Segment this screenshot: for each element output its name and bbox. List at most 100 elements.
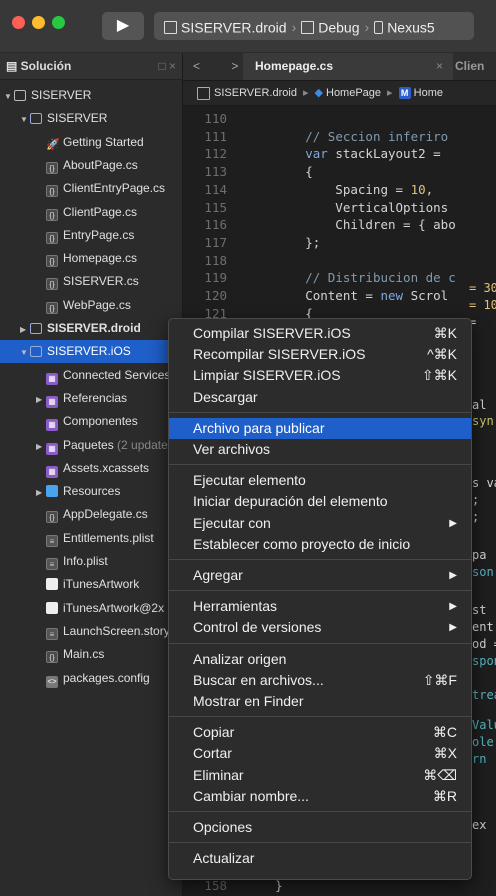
chevron-right-icon[interactable]: ▶ xyxy=(36,435,46,457)
menu-item[interactable]: Eliminar ⌘⌫ xyxy=(169,765,471,786)
tree-item[interactable]: {} WebPage.cs xyxy=(0,294,182,317)
solution-icon xyxy=(14,90,26,101)
scheme-selector[interactable]: SISERVER.droid › Debug › Nexus5 xyxy=(154,12,474,40)
tree-item-label: SISERVER.cs xyxy=(63,274,139,289)
breadcrumb-class[interactable]: HomePage xyxy=(326,87,381,99)
tree-item[interactable]: ▶ Resources xyxy=(0,480,182,503)
menu-item-label: Limpiar SISERVER.iOS xyxy=(193,367,341,384)
cs-icon: {} xyxy=(46,185,58,198)
tree-item[interactable]: iTunesArtwork@2x xyxy=(0,597,182,620)
code-fragment: trea xyxy=(472,688,496,702)
menu-item[interactable]: Recompilar SISERVER.iOS ^⌘K xyxy=(169,344,471,365)
menu-item[interactable]: Mostrar en Finder xyxy=(169,691,471,712)
chevron-right-icon[interactable]: ▶ xyxy=(36,481,46,503)
menu-item[interactable]: Agregar ▶ xyxy=(169,565,471,586)
chevron-right-icon[interactable]: ▶ xyxy=(36,388,46,410)
tree-item[interactable]: ▶ ▦ Paquetes (2 updates) xyxy=(0,434,182,457)
tree-item[interactable]: {} AppDelegate.cs xyxy=(0,503,182,526)
breadcrumb-project[interactable]: SISERVER.droid xyxy=(214,87,297,99)
purple-icon: ▦ xyxy=(46,442,58,455)
tree-item[interactable]: ▼ SISERVER.iOS xyxy=(0,340,182,364)
class-icon: ◆ xyxy=(314,87,326,99)
tree-item[interactable]: ▦ Componentes xyxy=(0,410,182,433)
menu-item[interactable]: Analizar origen xyxy=(169,649,471,670)
tree-item-label: SISERVER xyxy=(31,88,92,102)
menu-item[interactable]: Ver archivos xyxy=(169,439,471,460)
pad-close-icon[interactable]: □ × xyxy=(158,53,176,79)
menu-item[interactable]: Opciones xyxy=(169,817,471,838)
plist-icon: ≡ xyxy=(46,627,58,640)
tab-homepage[interactable]: Homepage.cs × xyxy=(243,53,453,80)
tree-item[interactable]: 🚀 Getting Started xyxy=(0,131,182,154)
tree-item[interactable]: ▼ SISERVER xyxy=(0,84,182,107)
menu-item[interactable]: Iniciar depuración del elemento xyxy=(169,491,471,512)
menu-item[interactable]: Copiar ⌘C xyxy=(169,722,471,743)
breadcrumb-member[interactable]: Home xyxy=(414,87,443,99)
device-icon xyxy=(374,20,384,34)
close-icon[interactable]: × xyxy=(436,53,443,80)
code-fragment: spon xyxy=(472,654,496,668)
menu-item[interactable]: Cambiar nombre... ⌘R xyxy=(169,786,471,807)
tree-item[interactable]: {} SISERVER.cs xyxy=(0,270,182,293)
scheme-device[interactable]: Nexus5 xyxy=(387,19,434,35)
menu-item[interactable]: Limpiar SISERVER.iOS ⇧⌘K xyxy=(169,365,471,386)
tree-item[interactable]: <> packages.config xyxy=(0,667,182,690)
code-line: 114 Spacing = 10, xyxy=(183,181,433,198)
menu-item[interactable]: Herramientas ▶ xyxy=(169,596,471,617)
tree-item[interactable]: ≡ LaunchScreen.storyboard xyxy=(0,620,182,643)
menu-item-label: Analizar origen xyxy=(193,650,287,667)
tree-item[interactable]: {} AboutPage.cs xyxy=(0,154,182,177)
menu-item[interactable]: Ejecutar con ▶ xyxy=(169,513,471,534)
menu-item[interactable]: Descargar xyxy=(169,387,471,408)
tree-item[interactable]: {} ClientEntryPage.cs xyxy=(0,177,182,200)
menu-item[interactable]: Archivo para publicar xyxy=(169,417,471,439)
code-token: Children = { abo xyxy=(245,217,456,233)
minimize-window-button[interactable] xyxy=(32,16,45,29)
tree-item-label: Info.plist xyxy=(63,554,108,568)
menu-item[interactable]: Buscar en archivos... ⇧⌘F xyxy=(169,670,471,691)
tree-item[interactable]: iTunesArtwork xyxy=(0,573,182,596)
code-token: } xyxy=(245,878,283,893)
tree-item[interactable]: ≡ Entitlements.plist xyxy=(0,527,182,550)
close-window-button[interactable] xyxy=(12,16,25,29)
tab-client[interactable]: Clien xyxy=(455,53,484,80)
shortcut-label: ⌘X xyxy=(433,745,457,762)
menu-item-label: Opciones xyxy=(193,819,253,835)
menu-separator xyxy=(169,716,471,718)
tree-item[interactable]: {} Main.cs xyxy=(0,643,182,666)
tree-item[interactable]: {} Homepage.cs xyxy=(0,247,182,270)
shortcut-label: ⇧⌘K xyxy=(421,367,457,384)
tree-item[interactable]: ▦ Assets.xcassets xyxy=(0,457,182,480)
chevron-down-icon[interactable]: ▼ xyxy=(20,341,30,363)
menu-item[interactable]: Actualizar xyxy=(169,848,471,869)
tree-item-label: SISERVER.droid xyxy=(47,321,141,335)
tree-item[interactable]: {} EntryPage.cs xyxy=(0,224,182,247)
shortcut-label: ⌘C xyxy=(432,724,457,741)
tree-item[interactable]: ≡ Info.plist xyxy=(0,550,182,573)
chevron-down-icon[interactable]: ▼ xyxy=(20,108,30,130)
tree-item[interactable]: ▦ Connected Services xyxy=(0,364,182,387)
tree-item[interactable]: ▼ SISERVER xyxy=(0,107,182,130)
purple-icon: ▦ xyxy=(46,465,58,478)
scheme-configuration[interactable]: Debug xyxy=(318,19,359,35)
run-button[interactable]: ▶ xyxy=(102,12,144,40)
code-token: Content = xyxy=(245,288,381,303)
tree-item-label: Paquetes xyxy=(63,437,114,452)
chevron-down-icon[interactable]: ▼ xyxy=(4,85,14,107)
tree-item[interactable]: ▶ SISERVER.droid xyxy=(0,317,182,340)
cs-icon: {} xyxy=(46,278,58,291)
menu-item[interactable]: Ejecutar elemento xyxy=(169,470,471,491)
menu-item[interactable]: Establecer como proyecto de inicio xyxy=(169,534,471,555)
line-number: 120 xyxy=(204,288,227,303)
scheme-project[interactable]: SISERVER.droid xyxy=(181,19,287,35)
zoom-window-button[interactable] xyxy=(52,16,65,29)
menu-separator xyxy=(169,811,471,812)
menu-item[interactable]: Cortar ⌘X xyxy=(169,743,471,764)
tree-item[interactable]: {} ClientPage.cs xyxy=(0,201,182,224)
tree-item[interactable]: ▶ ▦ Referencias xyxy=(0,387,182,410)
chevron-right-icon[interactable]: ▶ xyxy=(20,318,30,340)
menu-item[interactable]: Compilar SISERVER.iOS ⌘K xyxy=(169,323,471,344)
menu-item[interactable]: Control de versiones ▶ xyxy=(169,617,471,638)
play-icon: ▶ xyxy=(116,17,130,34)
method-icon: M xyxy=(398,87,411,99)
